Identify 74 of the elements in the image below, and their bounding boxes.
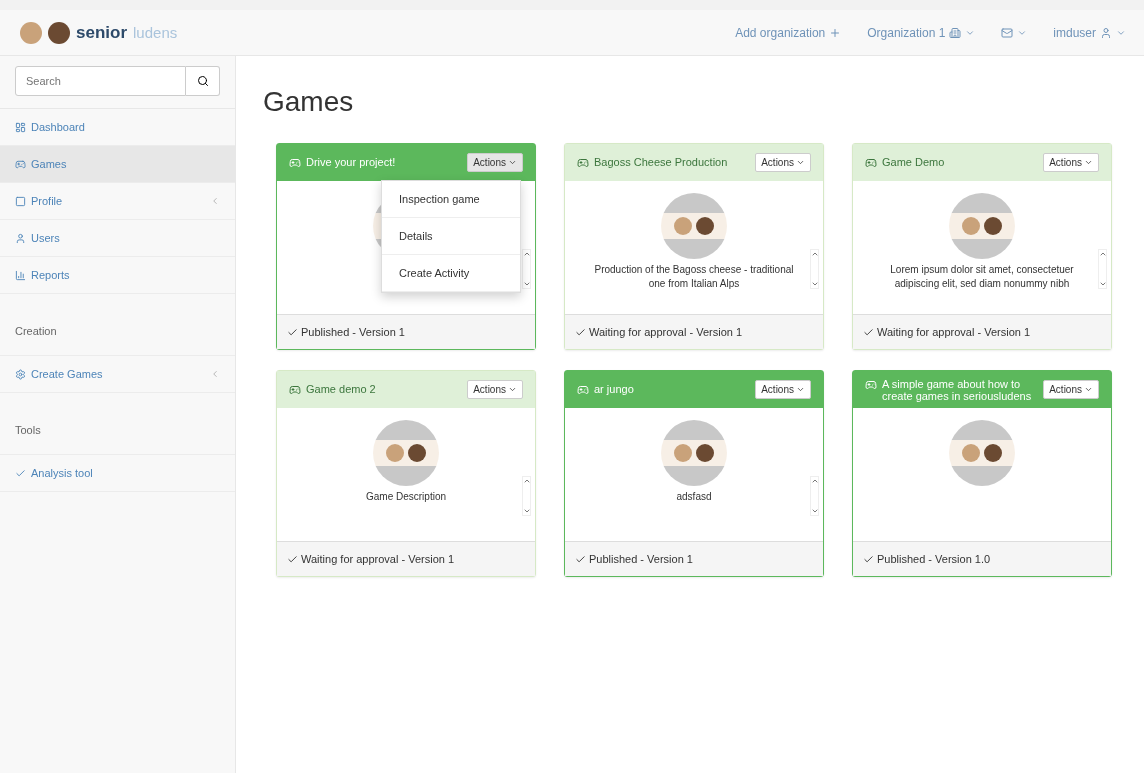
actions-button[interactable]: Actions	[755, 380, 811, 399]
caret-icon	[796, 385, 805, 394]
caret-icon	[796, 158, 805, 167]
menu-item[interactable]: Create Activity	[382, 255, 520, 292]
game-status: Published - Version 1	[589, 553, 693, 565]
game-description: Production of the Bagoss cheese - traditional one from Italian Alps	[593, 263, 795, 291]
check-icon	[863, 326, 874, 338]
search-icon	[196, 75, 209, 87]
page-title: Games	[263, 86, 355, 118]
menu-item[interactable]: Details	[382, 218, 520, 255]
game-description: adsfasd	[675, 490, 713, 504]
check-icon	[575, 326, 586, 338]
user-icon	[1100, 26, 1112, 39]
game-title: A simple game about how to create games in seriousludens	[882, 377, 1033, 402]
game-status: Published - Version 1	[301, 326, 405, 338]
nav-link[interactable]: Add organization	[735, 25, 842, 40]
gamepad-icon	[289, 157, 301, 169]
gamepad-icon	[865, 157, 877, 169]
game-status: Waiting for approval - Version 1	[877, 326, 1031, 338]
brand-suffix: ludens	[133, 24, 178, 41]
game-title: Game demo 2	[306, 383, 376, 395]
nav-link[interactable]: Organization 1	[867, 25, 976, 40]
game-description: Lorem ipsum dolor sit amet, consectetuer adipiscing elit, sed diam nonummy nibh	[889, 263, 1075, 291]
sidebar-item[interactable]: Reports	[0, 257, 235, 294]
bar-chart-icon	[15, 269, 26, 281]
check-icon	[15, 467, 26, 479]
search-field[interactable]: Search	[15, 66, 186, 96]
actions-button[interactable]: Actions	[467, 380, 523, 399]
menu-item[interactable]: Inspection game	[382, 181, 520, 218]
square-icon	[15, 195, 26, 207]
sidebar-item[interactable]: Create Games	[0, 356, 235, 393]
gamepad-icon	[15, 158, 26, 170]
sidebar-heading: Tools	[0, 393, 235, 455]
brand-name: senior	[76, 22, 128, 43]
game-status: Waiting for approval - Version 1	[589, 326, 743, 338]
actions-button[interactable]: Actions	[1043, 153, 1099, 172]
check-icon	[575, 553, 586, 565]
plus-icon	[829, 26, 842, 39]
gamepad-icon	[865, 378, 877, 391]
game-title: Drive your project!	[306, 156, 396, 168]
chevron-icon	[210, 369, 220, 379]
settings-icon	[15, 368, 26, 380]
search-button[interactable]	[186, 66, 220, 96]
user-icon	[15, 232, 26, 244]
sidebar-item[interactable]: Users	[0, 220, 235, 257]
faces-logo-icon	[20, 21, 70, 44]
game-title: Bagoss Cheese Production	[594, 156, 728, 168]
gamepad-icon	[577, 384, 589, 396]
sidebar-item[interactable]: Profile	[0, 183, 235, 220]
building-icon	[949, 26, 962, 39]
caret-icon	[1084, 385, 1093, 394]
gamepad-icon	[577, 157, 589, 169]
caret-icon	[508, 385, 517, 394]
sidebar-item[interactable]: Games	[0, 146, 235, 183]
sidebar-item[interactable]: Analysis tool	[0, 455, 235, 492]
game-status: Waiting for approval - Version 1	[301, 553, 455, 565]
actions-button[interactable]: Actions	[755, 153, 811, 172]
actions-button[interactable]: Actions	[467, 153, 523, 172]
check-icon	[863, 553, 874, 565]
nav-link[interactable]: imduser	[1053, 25, 1126, 40]
caret-icon	[1084, 158, 1093, 167]
dashboard-icon	[15, 121, 26, 133]
caret-icon	[508, 158, 517, 167]
game-status: Published - Version 1.0	[877, 553, 991, 565]
game-title: ar jungo	[594, 383, 634, 395]
check-icon	[287, 553, 298, 565]
chevron-icon	[210, 196, 220, 206]
sidebar-heading: Creation	[0, 294, 235, 356]
game-description: Game Description	[365, 490, 447, 504]
gamepad-icon	[289, 384, 301, 396]
game-title: Game Demo	[882, 156, 945, 168]
actions-button[interactable]: Actions	[1043, 380, 1099, 399]
mail-icon	[1001, 26, 1014, 39]
check-icon	[287, 326, 298, 338]
